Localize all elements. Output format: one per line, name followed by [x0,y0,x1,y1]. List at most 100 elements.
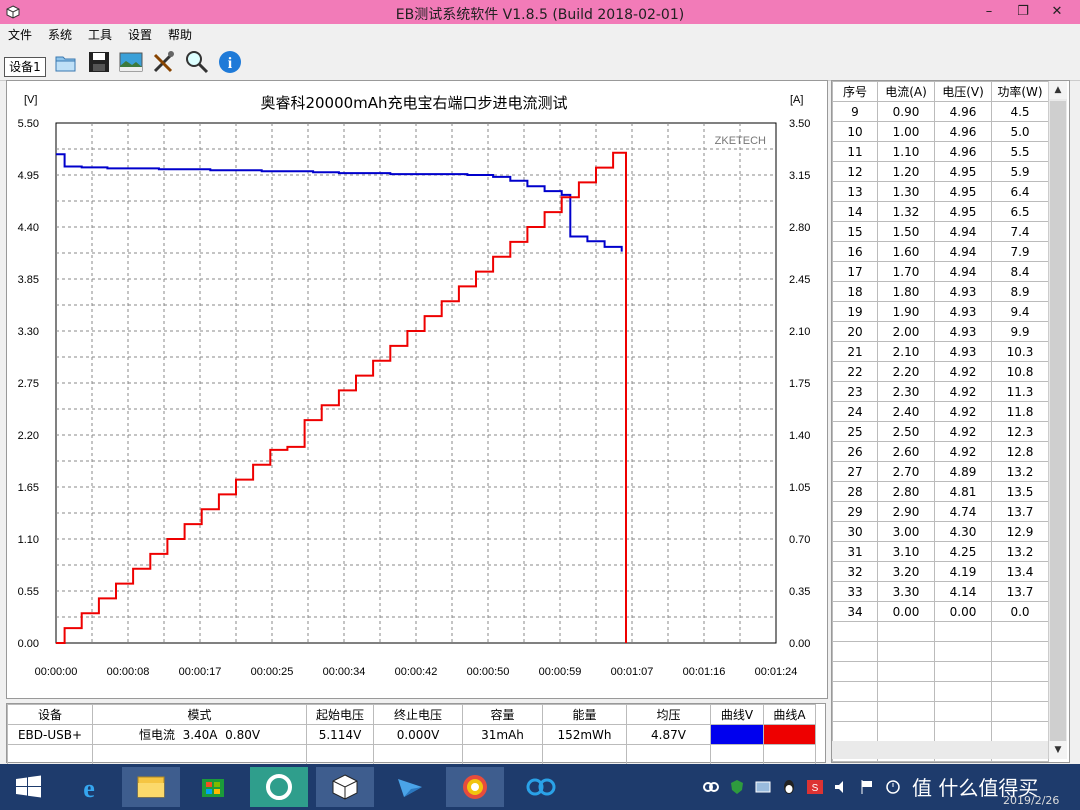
scroll-thumb[interactable] [1050,101,1066,741]
shield-tray-icon[interactable] [728,778,746,796]
curve-a-color-swatch[interactable] [763,724,816,745]
table-row[interactable]: 31 3.10 4.25 13.2 [832,541,1049,562]
ie-icon[interactable]: e [60,767,118,807]
table-row[interactable]: 16 1.60 4.94 7.9 [832,241,1049,262]
cell-empty [877,701,935,722]
magnifier-icon[interactable] [183,48,211,76]
table-row[interactable]: 21 2.10 4.93 10.3 [832,341,1049,362]
table-row[interactable]: 33 3.30 4.14 13.7 [832,581,1049,602]
y-left-tick-label: 2.75 [18,378,39,390]
table-row[interactable]: 18 1.80 4.93 8.9 [832,281,1049,302]
status-avg-voltage: 4.87V [626,724,711,745]
menu-system[interactable]: 系统 [48,26,72,43]
curve-v-color-swatch[interactable] [710,724,764,745]
close-button[interactable]: ✕ [1040,0,1074,24]
cell-current: 1.90 [877,301,935,322]
table-row[interactable]: 19 1.90 4.93 9.4 [832,301,1049,322]
cell-current: 2.20 [877,361,935,382]
cell-current: 1.30 [877,181,935,202]
flag-tray-icon[interactable] [858,778,876,796]
cell-empty [991,701,1049,722]
open-folder-icon[interactable] [52,48,80,76]
cell-index: 31 [832,541,878,562]
y-right-label: [A] [790,94,803,106]
explorer-icon[interactable] [122,767,180,807]
status-device: EBD-USB+ [7,724,93,745]
cell-current: 3.30 [877,581,935,602]
clock-tray-icon[interactable] [884,778,902,796]
table-row[interactable]: 29 2.90 4.74 13.7 [832,501,1049,522]
tools-icon[interactable] [150,48,178,76]
scroll-down-arrow[interactable]: ▼ [1049,741,1067,759]
chart-panel: 5.50 4.95 4.40 3.85 3.30 2.75 2.20 1.65 1.10 0.55… [6,80,828,699]
table-row[interactable]: 15 1.50 4.94 7.4 [832,221,1049,242]
cell-voltage: 4.95 [934,181,992,202]
table-row[interactable]: 32 3.20 4.19 13.4 [832,561,1049,582]
table-row[interactable]: 10 1.00 4.96 5.0 [832,121,1049,142]
table-row[interactable]: 23 2.30 4.92 11.3 [832,381,1049,402]
baidu-tray-icon[interactable] [702,778,720,796]
y-left-tick-label: 3.30 [18,326,39,338]
table-row[interactable]: 30 3.00 4.30 12.9 [832,521,1049,542]
table-row[interactable]: 9 0.90 4.96 4.5 [832,101,1049,122]
cell-power: 4.5 [991,101,1049,122]
cell-current: 1.80 [877,281,935,302]
status-header-avg-voltage: 均压 [626,704,711,725]
col-power-header[interactable]: 功率(W) [991,81,1049,102]
table-row[interactable]: 14 1.32 4.95 6.5 [832,201,1049,222]
y-right-tick-label: 0.35 [789,586,810,598]
table-row[interactable]: 26 2.60 4.92 12.8 [832,441,1049,462]
table-row[interactable]: 24 2.40 4.92 11.8 [832,401,1049,422]
table-row[interactable]: 13 1.30 4.95 6.4 [832,181,1049,202]
photos-icon[interactable] [446,767,504,807]
table-row[interactable]: 17 1.70 4.94 8.4 [832,261,1049,282]
table-row[interactable]: 22 2.20 4.92 10.8 [832,361,1049,382]
cell-empty [877,661,935,682]
network-tray-icon[interactable] [754,778,772,796]
speaker-tray-icon[interactable] [832,778,850,796]
cell-voltage: 4.92 [934,361,992,382]
browser-icon[interactable] [250,767,308,807]
store-icon[interactable] [184,767,242,807]
cell-empty [832,721,878,742]
cell-current: 1.10 [877,141,935,162]
image-icon[interactable] [117,48,145,76]
x-tick-label: 00:00:59 [539,666,582,678]
maximize-button[interactable]: ❐ [1006,0,1040,24]
table-row-empty [832,701,1049,722]
table-row[interactable]: 11 1.10 4.96 5.5 [832,141,1049,162]
table-row[interactable]: 34 0.00 0.00 0.0 [832,601,1049,622]
table-row[interactable]: 20 2.00 4.93 9.9 [832,321,1049,342]
qq-tray-icon[interactable] [780,778,798,796]
bird-app-icon[interactable] [382,767,440,807]
cell-index: 17 [832,261,878,282]
ime-tray-icon[interactable]: S [806,778,824,796]
data-table-panel: 序号 电流(A) 电压(V) 功率(W) 9 0.90 4.96 4.5 10 1.00 4… [831,80,1070,763]
info-icon[interactable]: i [216,48,244,76]
table-horizontal-scrollbar[interactable] [832,741,1048,759]
menu-file[interactable]: 文件 [8,26,32,43]
status-capacity: 31mAh [462,724,543,745]
cell-current: 2.70 [877,461,935,482]
save-icon[interactable] [85,48,113,76]
y-left-tick-label: 1.10 [18,534,39,546]
table-row[interactable]: 12 1.20 4.95 5.9 [832,161,1049,182]
tab-device-1[interactable]: 设备1 [4,57,46,77]
baidu-cloud-icon[interactable] [512,767,570,807]
col-index-header[interactable]: 序号 [832,81,878,102]
menu-help[interactable]: 帮助 [168,26,192,43]
table-row[interactable]: 28 2.80 4.81 13.5 [832,481,1049,502]
cell-power: 5.9 [991,161,1049,182]
scroll-up-arrow[interactable]: ▲ [1049,81,1067,99]
eb-app-icon[interactable] [316,767,374,807]
col-voltage-header[interactable]: 电压(V) [934,81,992,102]
y-left-tick-label: 3.85 [18,274,39,286]
menu-tools[interactable]: 工具 [88,26,112,43]
table-row[interactable]: 25 2.50 4.92 12.3 [832,421,1049,442]
col-current-header[interactable]: 电流(A) [877,81,935,102]
table-row[interactable]: 27 2.70 4.89 13.2 [832,461,1049,482]
minimize-button[interactable]: – [972,0,1006,24]
menu-settings[interactable]: 设置 [128,26,152,43]
start-icon[interactable] [0,767,58,807]
table-vertical-scrollbar[interactable]: ▲ ▼ [1048,81,1067,759]
